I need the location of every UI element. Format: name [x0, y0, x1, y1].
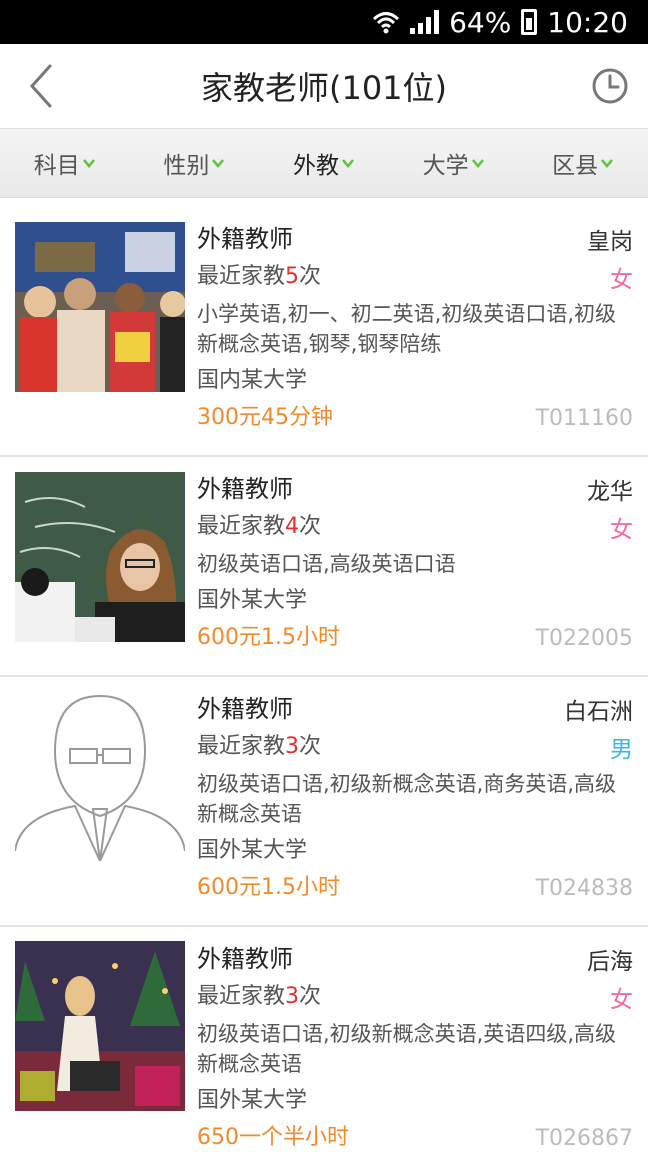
- chevron-down-icon: [601, 159, 614, 168]
- recent-tutoring: 最近家教4次: [197, 514, 322, 539]
- teacher-school: 国内某大学: [197, 368, 308, 393]
- teacher-gender: 女: [610, 517, 633, 543]
- teacher-photo: [15, 222, 185, 392]
- teacher-info: 外籍教师 后海 最近家教3次 女 初级英语口语,初级新概念英语,英语四级,高级新…: [197, 941, 633, 1152]
- teacher-name: 外籍教师: [197, 695, 293, 723]
- chevron-down-icon: [82, 159, 95, 168]
- teacher-code: T026867: [535, 1125, 633, 1151]
- chevron-down-icon: [471, 159, 484, 168]
- filter-label: 大学: [422, 153, 469, 179]
- teacher-code: T022005: [535, 625, 633, 651]
- recent-tutoring: 最近家教3次: [197, 984, 322, 1009]
- teacher-price: 650一个半小时: [197, 1125, 349, 1150]
- teacher-price: 600元1.5小时: [197, 875, 340, 900]
- recent-tutoring: 最近家教3次: [197, 734, 322, 759]
- teacher-name: 外籍教师: [197, 475, 293, 503]
- teacher-school: 国外某大学: [197, 838, 308, 863]
- wifi-icon: [373, 12, 400, 34]
- teacher-info: 外籍教师 白石洲 最近家教3次 男 初级英语口语,初级新概念英语,商务英语,高级…: [197, 691, 633, 907]
- teacher-subjects: 初级英语口语,高级英语口语: [197, 552, 456, 576]
- chevron-down-icon: [212, 159, 225, 168]
- default-avatar-icon: [15, 691, 185, 861]
- teacher-info: 外籍教师 皇岗 最近家教5次 女 小学英语,初一、初二英语,初级英语口语,初级新…: [197, 221, 633, 437]
- filter-district[interactable]: 区县: [518, 146, 648, 180]
- battery-icon: [521, 9, 538, 35]
- back-arrow-icon[interactable]: [24, 60, 64, 112]
- teacher-area: 后海: [587, 949, 633, 975]
- filter-subject[interactable]: 科目: [0, 146, 130, 180]
- teacher-code: T024838: [535, 875, 633, 901]
- chevron-down-icon: [342, 159, 354, 168]
- teacher-info: 外籍教师 龙华 最近家教4次 女 初级英语口语,高级英语口语 国外某大学 600…: [197, 471, 633, 657]
- teacher-gender: 女: [610, 987, 633, 1013]
- clock-time: 10:20: [547, 5, 628, 39]
- teacher-gender: 男: [610, 737, 633, 763]
- teacher-area: 皇岗: [587, 229, 633, 255]
- teacher-subjects: 小学英语,初一、初二英语,初级英语口语,初级新概念英语,钢琴,钢琴陪练: [197, 302, 617, 356]
- teacher-school: 国外某大学: [197, 588, 308, 613]
- teacher-photo: [15, 472, 185, 642]
- teacher-gender: 女: [610, 267, 633, 293]
- page-title: 家教老师(101位): [200, 69, 448, 107]
- battery-percent: 64%: [449, 5, 512, 39]
- tutoring-count: 3: [285, 984, 300, 1009]
- filter-label: 外教: [292, 153, 339, 179]
- teacher-subjects: 初级英语口语,初级新概念英语,商务英语,高级新概念英语: [197, 772, 617, 826]
- teacher-subjects: 初级英语口语,初级新概念英语,英语四级,高级新概念英语: [197, 1022, 617, 1076]
- history-clock-icon[interactable]: [590, 66, 630, 106]
- filter-university[interactable]: 大学: [389, 146, 519, 180]
- filter-label: 科目: [33, 153, 80, 179]
- teacher-name: 外籍教师: [197, 225, 293, 253]
- tutoring-count: 5: [285, 264, 300, 289]
- teacher-list-item[interactable]: 外籍教师 后海 最近家教3次 女 初级英语口语,初级新概念英语,英语四级,高级新…: [0, 927, 648, 1152]
- teacher-photo: [15, 941, 185, 1111]
- teacher-code: T011160: [535, 405, 633, 431]
- status-bar: 64% 10:20: [0, 0, 648, 44]
- filter-foreign-teacher[interactable]: 外教: [259, 146, 389, 180]
- app-header: 家教老师(101位): [0, 44, 648, 128]
- teacher-list-item[interactable]: 外籍教师 龙华 最近家教4次 女 初级英语口语,高级英语口语 国外某大学 600…: [0, 457, 648, 677]
- filter-gender[interactable]: 性别: [130, 146, 260, 180]
- tutoring-count: 3: [285, 734, 300, 759]
- teacher-list-item[interactable]: 外籍教师 白石洲 最近家教3次 男 初级英语口语,初级新概念英语,商务英语,高级…: [0, 677, 648, 927]
- filter-bar: 科目 性别 外教 大学 区县: [0, 128, 648, 198]
- filter-label: 性别: [163, 153, 210, 179]
- teacher-list-item[interactable]: 外籍教师 皇岗 最近家教5次 女 小学英语,初一、初二英语,初级英语口语,初级新…: [0, 199, 648, 457]
- teacher-price: 600元1.5小时: [197, 625, 340, 650]
- teacher-school: 国外某大学: [197, 1088, 308, 1113]
- recent-tutoring: 最近家教5次: [197, 264, 322, 289]
- signal-icon: [410, 10, 440, 34]
- teacher-name: 外籍教师: [197, 945, 293, 973]
- filter-label: 区县: [552, 153, 599, 179]
- teacher-area: 白石洲: [564, 699, 633, 725]
- teacher-list: 外籍教师 皇岗 最近家教5次 女 小学英语,初一、初二英语,初级英语口语,初级新…: [0, 199, 648, 1152]
- teacher-area: 龙华: [587, 479, 633, 505]
- teacher-price: 300元45分钟: [197, 405, 333, 430]
- tutoring-count: 4: [285, 514, 300, 539]
